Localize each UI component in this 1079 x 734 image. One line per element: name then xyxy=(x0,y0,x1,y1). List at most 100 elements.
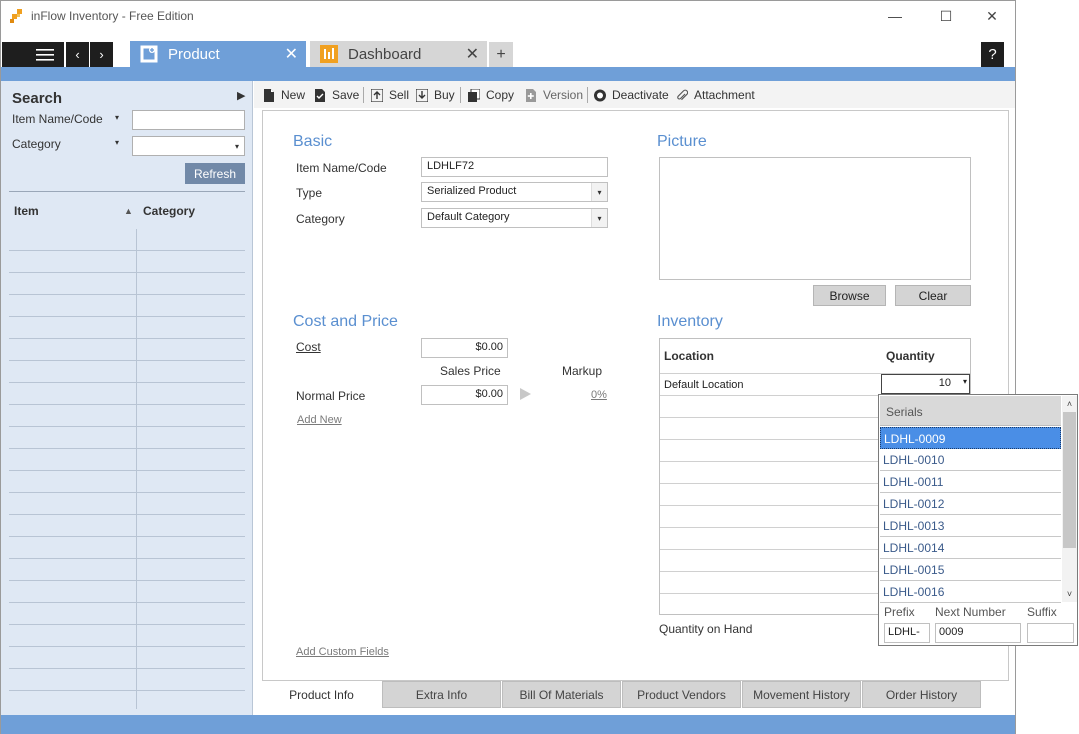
version-icon xyxy=(526,88,536,102)
save-label: Save xyxy=(332,88,360,102)
column-header-category[interactable]: Category xyxy=(143,204,195,218)
clear-button[interactable]: Clear xyxy=(895,285,971,306)
serial-item[interactable]: LDHL-0012 xyxy=(880,493,1061,515)
search-name-caret-icon[interactable]: ▾ xyxy=(115,113,119,122)
plus-icon: + xyxy=(496,45,506,63)
chevron-down-icon[interactable]: ▾ xyxy=(963,377,967,386)
main-menu-button[interactable] xyxy=(2,42,64,67)
new-button[interactable]: New xyxy=(263,87,305,103)
serial-item[interactable]: LDHL-0011 xyxy=(880,471,1061,493)
add-new-price-link[interactable]: Add New xyxy=(297,414,342,426)
serial-item[interactable]: LDHL-0014 xyxy=(880,537,1061,559)
close-tab-product-icon[interactable]: ✕ xyxy=(285,44,298,64)
chevron-left-icon: ‹ xyxy=(75,47,80,62)
play-arrow-icon[interactable] xyxy=(520,388,531,400)
product-toolbar: New Save Sell Buy Copy Version Deactivat… xyxy=(254,81,1015,108)
back-button[interactable]: ‹ xyxy=(66,42,89,67)
tab-strip: ‹ › Product ✕ Dashboard ✕ + ? xyxy=(1,39,1015,67)
tab-product-vendors[interactable]: Product Vendors xyxy=(622,681,741,708)
suffix-input[interactable] xyxy=(1027,623,1074,643)
maximize-button[interactable]: ☐ xyxy=(926,5,966,27)
chevron-up-icon[interactable]: ˄ xyxy=(1064,398,1075,409)
buy-button[interactable]: Buy xyxy=(416,87,455,103)
attachment-button[interactable]: Attachment xyxy=(676,87,755,103)
expand-panel-icon[interactable]: ▶ xyxy=(237,89,245,102)
attachment-label: Attachment xyxy=(694,88,755,102)
tab-extra-info[interactable]: Extra Info xyxy=(382,681,501,708)
hamburger-menu-icon xyxy=(36,48,54,61)
sell-button[interactable]: Sell xyxy=(371,87,409,103)
paperclip-icon xyxy=(677,89,688,100)
serial-item[interactable]: LDHL-0015 xyxy=(880,559,1061,581)
item-name-input[interactable]: LDHLF72 xyxy=(421,157,608,177)
toolbar-separator xyxy=(460,87,461,103)
close-icon: ✕ xyxy=(986,7,998,24)
save-button[interactable]: Save xyxy=(314,87,359,103)
tab-product-info[interactable]: Product Info xyxy=(262,681,381,708)
close-window-button[interactable]: ✕ xyxy=(972,5,1012,27)
search-name-input[interactable] xyxy=(132,110,245,130)
markup-link[interactable]: 0% xyxy=(591,389,607,401)
status-band xyxy=(1,715,1015,734)
picture-box[interactable] xyxy=(659,157,971,280)
serial-item[interactable]: LDHL-0013 xyxy=(880,515,1061,537)
tab-dashboard[interactable]: Dashboard ✕ xyxy=(310,41,487,67)
normal-price-input[interactable]: $0.00 xyxy=(421,385,508,405)
browse-button[interactable]: Browse xyxy=(813,285,886,306)
help-icon: ? xyxy=(988,46,997,63)
next-number-label: Next Number xyxy=(935,605,1006,619)
copy-button[interactable]: Copy xyxy=(468,87,514,103)
product-document-icon xyxy=(140,45,158,63)
deactivate-button[interactable]: Deactivate xyxy=(594,87,669,103)
close-tab-dashboard-icon[interactable]: ✕ xyxy=(466,44,479,64)
inventory-section-title: Inventory xyxy=(657,313,723,330)
cost-input[interactable]: $0.00 xyxy=(421,338,508,358)
buy-label: Buy xyxy=(434,88,455,102)
cost-link[interactable]: Cost xyxy=(296,340,321,354)
refresh-button[interactable]: Refresh xyxy=(185,163,245,184)
category-select[interactable]: Default Category ▾ xyxy=(421,208,608,228)
search-category-select[interactable]: ▾ xyxy=(132,136,245,156)
chevron-down-icon: ▾ xyxy=(591,209,607,227)
version-button[interactable]: Version xyxy=(525,87,583,103)
search-category-caret-icon[interactable]: ▾ xyxy=(115,138,119,147)
category-label: Category xyxy=(296,212,345,226)
normal-price-label: Normal Price xyxy=(296,389,366,403)
help-button[interactable]: ? xyxy=(981,42,1004,67)
scrollbar-thumb[interactable] xyxy=(1063,412,1076,548)
column-divider xyxy=(136,229,137,709)
buy-icon xyxy=(416,88,428,102)
tab-dashboard-label: Dashboard xyxy=(348,45,422,63)
serials-scrollbar[interactable]: ˄ ˅ xyxy=(1062,396,1077,602)
sort-ascending-icon[interactable]: ▲ xyxy=(124,206,133,216)
inventory-location-cell[interactable]: Default Location xyxy=(664,379,744,391)
title-bar: inFlow Inventory - Free Edition — ☐ ✕ xyxy=(1,1,1015,32)
serial-item-selected[interactable]: LDHL-0009 xyxy=(880,427,1061,449)
tab-order-history[interactable]: Order History xyxy=(862,681,981,708)
serial-item[interactable]: LDHL-0016 xyxy=(880,581,1061,603)
toolbar-separator xyxy=(587,87,588,103)
toolbar-separator xyxy=(363,87,364,103)
quantity-cell[interactable]: 10 ▾ xyxy=(881,374,970,394)
tab-movement-history[interactable]: Movement History xyxy=(742,681,861,708)
forward-button[interactable]: › xyxy=(90,42,113,67)
prefix-input[interactable]: LDHL- xyxy=(884,623,930,643)
search-results-grid: Item ▲ Category xyxy=(9,197,245,709)
copy-label: Copy xyxy=(486,88,515,102)
chevron-down-icon[interactable]: ˅ xyxy=(1064,588,1075,599)
quantity-value: 10 xyxy=(938,377,951,389)
sell-label: Sell xyxy=(389,88,410,102)
chevron-down-icon: ▾ xyxy=(591,183,607,201)
type-select[interactable]: Serialized Product ▾ xyxy=(421,182,608,202)
serial-item[interactable]: LDHL-0010 xyxy=(880,449,1061,471)
category-value: Default Category xyxy=(427,211,510,223)
minimize-button[interactable]: — xyxy=(875,5,915,27)
add-tab-button[interactable]: + xyxy=(489,42,513,67)
tab-product[interactable]: Product ✕ xyxy=(130,41,306,67)
app-window: inFlow Inventory - Free Edition — ☐ ✕ ‹ … xyxy=(0,0,1016,734)
next-number-input[interactable]: 0009 xyxy=(935,623,1021,643)
chevron-right-icon: › xyxy=(99,47,104,62)
tab-bill-of-materials[interactable]: Bill Of Materials xyxy=(502,681,621,708)
column-header-item[interactable]: Item xyxy=(14,204,39,218)
add-custom-fields-link[interactable]: Add Custom Fields xyxy=(296,646,389,658)
